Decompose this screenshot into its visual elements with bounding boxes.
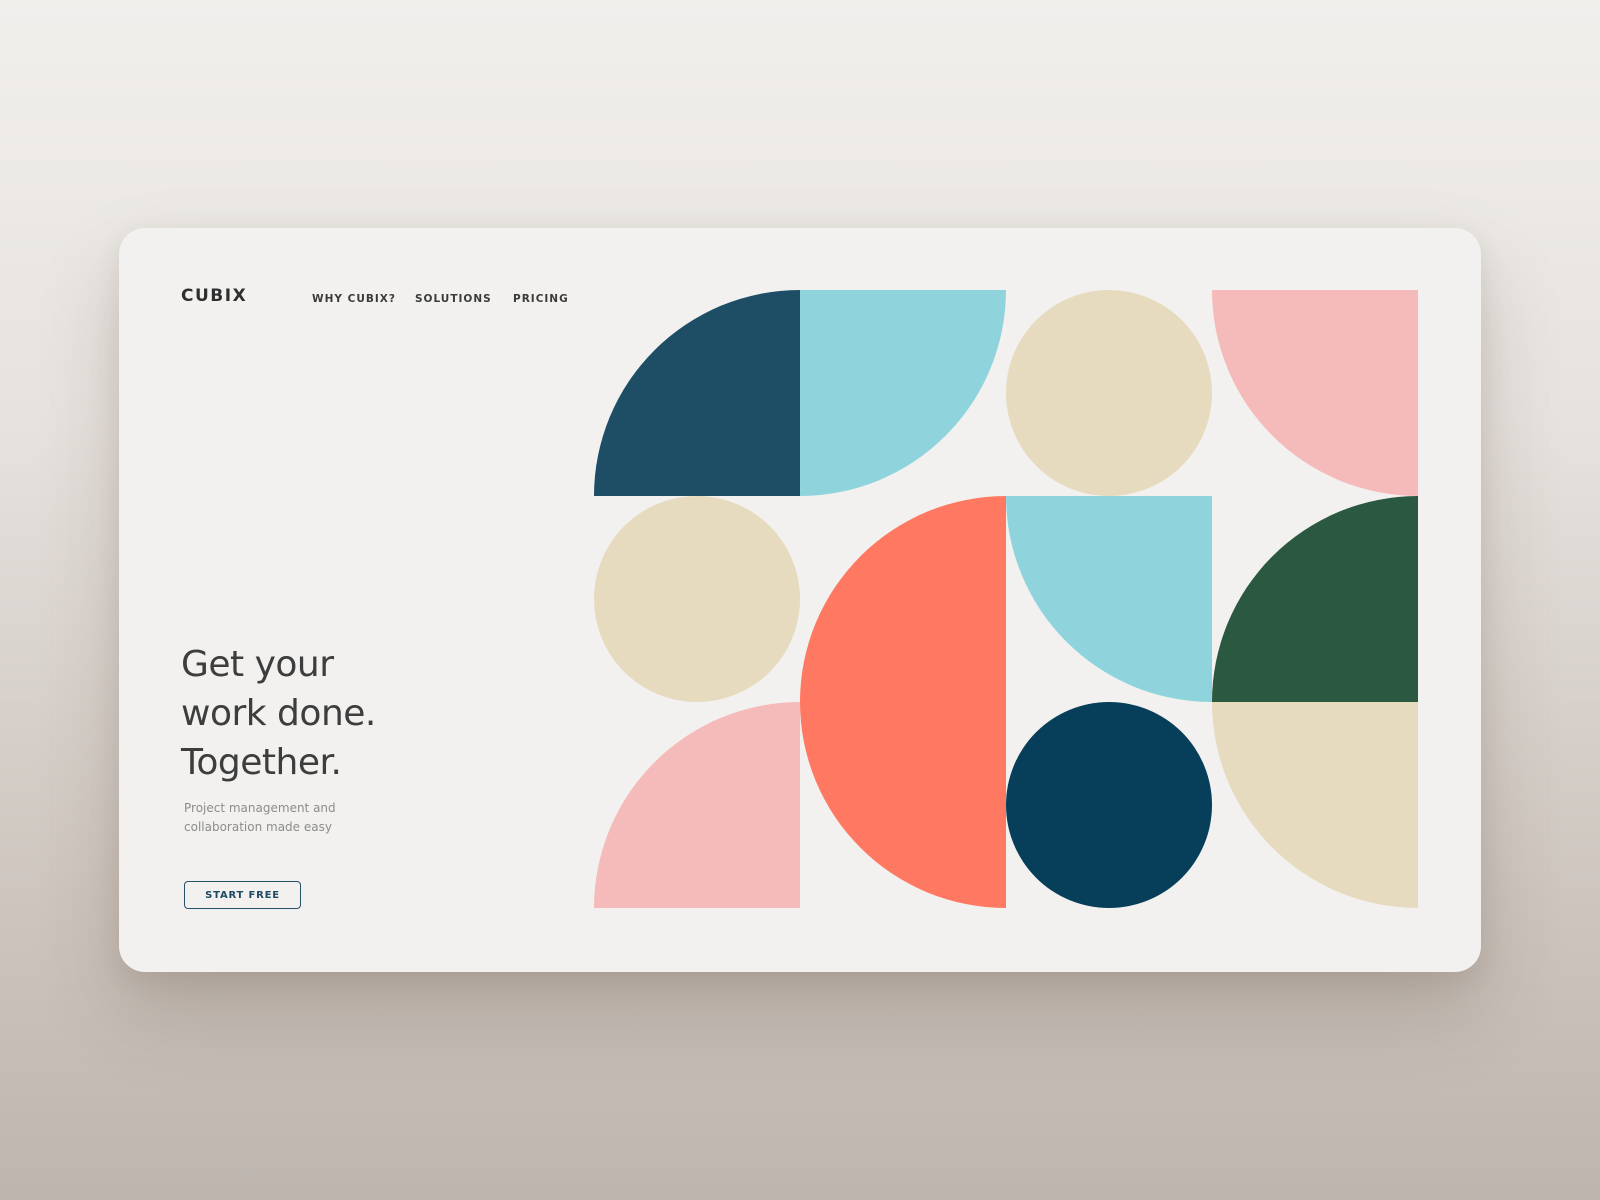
start-free-button[interactable]: START FREE xyxy=(184,881,301,909)
coral-half-circle xyxy=(800,496,1006,908)
pink-quarter-circle-bottom xyxy=(594,702,800,908)
headline-line-3: Together. xyxy=(181,742,342,783)
geometric-artwork xyxy=(594,290,1418,908)
pink-quarter-circle-top xyxy=(1212,290,1418,496)
headline-line-1: Get your xyxy=(181,644,334,685)
nav-item-pricing[interactable]: PRICING xyxy=(513,293,569,305)
forest-quarter-circle xyxy=(1212,496,1418,702)
hero-headline: Get your work done. Together. xyxy=(181,640,376,787)
subtitle-line-1: Project management and xyxy=(184,801,336,815)
sand-quarter-circle-bottom xyxy=(1212,702,1418,908)
nav-item-solutions[interactable]: SOLUTIONS xyxy=(415,293,492,305)
sky-quarter-circle-middle xyxy=(1006,496,1212,702)
hero-subtitle: Project management and collaboration mad… xyxy=(184,799,336,837)
sand-circle-top xyxy=(1006,290,1212,496)
navy-quarter-circle xyxy=(594,290,800,496)
hero-card: CUBIX WHY CUBIX? SOLUTIONS PRICING Get y… xyxy=(119,228,1481,972)
nav-item-why-cubix[interactable]: WHY CUBIX? xyxy=(312,293,396,305)
headline-line-2: work done. xyxy=(181,693,376,734)
sky-quarter-circle xyxy=(800,290,1006,496)
brand-logo[interactable]: CUBIX xyxy=(181,286,247,306)
sand-circle-left xyxy=(594,496,800,702)
subtitle-line-2: collaboration made easy xyxy=(184,820,332,834)
deep-navy-circle xyxy=(1006,702,1212,908)
